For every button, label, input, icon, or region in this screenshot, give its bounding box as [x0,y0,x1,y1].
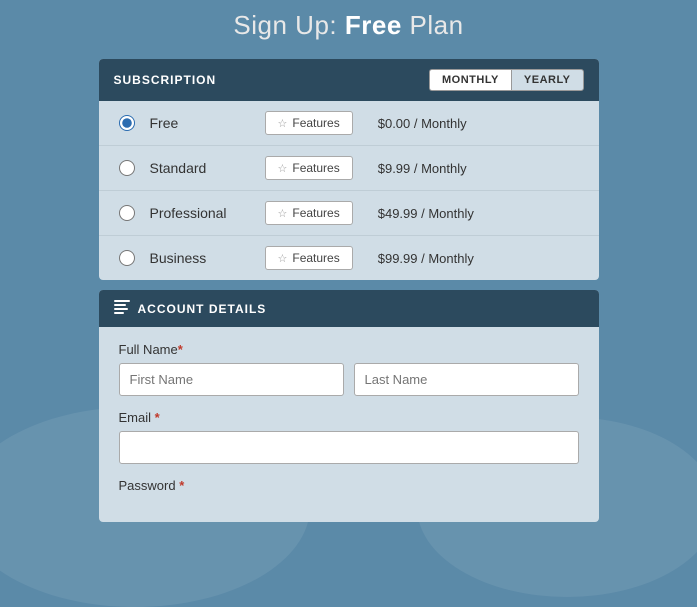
title-highlight: Free [345,10,402,40]
email-label: Email * [119,410,579,425]
subscription-label: SUBSCRIPTION [114,73,217,87]
star-icon: ☆ [278,207,288,220]
plan-price-professional: $49.99 / Monthly [378,206,474,221]
password-required: * [176,478,185,493]
full-name-label: Full Name* [119,342,579,357]
billing-yearly-button[interactable]: YEARLY [511,69,584,91]
last-name-input[interactable] [354,363,579,396]
plan-row-professional: Professional ☆ Features $49.99 / Monthly [99,191,599,236]
plan-row-business: Business ☆ Features $99.99 / Monthly [99,236,599,280]
title-prefix: Sign Up: [233,10,344,40]
features-button-standard[interactable]: ☆ Features [265,156,353,180]
account-header: ​ ACCOUNT DETAILS [99,290,599,327]
features-button-business[interactable]: ☆ Features [265,246,353,270]
password-label-text: Password [119,478,176,493]
plan-radio-standard[interactable] [119,160,135,176]
email-field: Email * [119,410,579,464]
full-name-required: * [178,342,183,357]
plan-name-professional: Professional [150,205,250,221]
subscription-section: SUBSCRIPTION MONTHLY YEARLY Free ☆ Featur… [99,59,599,280]
password-field: Password * [119,478,579,493]
email-input[interactable] [119,431,579,464]
features-button-free[interactable]: ☆ Features [265,111,353,135]
plan-row-standard: Standard ☆ Features $9.99 / Monthly [99,146,599,191]
plan-name-standard: Standard [150,160,250,176]
plan-price-standard: $9.99 / Monthly [378,161,467,176]
email-label-text: Email [119,410,152,425]
star-icon: ☆ [278,117,288,130]
account-form-body: Full Name* Email * Password * [99,327,599,522]
plan-list: Free ☆ Features $0.00 / Monthly Standard ☆ F… [99,101,599,280]
full-name-text: Full Name [119,342,178,357]
plan-row-free: Free ☆ Features $0.00 / Monthly [99,101,599,146]
star-icon: ☆ [278,252,288,265]
account-header-label: ACCOUNT DETAILS [138,302,267,316]
plan-name-free: Free [150,115,250,131]
email-required: * [151,410,160,425]
features-button-professional[interactable]: ☆ Features [265,201,353,225]
account-section: ​ ACCOUNT DETAILS Full Name* Email [99,290,599,522]
plan-radio-business[interactable] [119,250,135,266]
main-container: Sign Up: Free Plan SUBSCRIPTION MONTHLY … [99,10,599,522]
account-icon: ​ [114,300,130,317]
plan-radio-professional[interactable] [119,205,135,221]
plan-name-business: Business [150,250,250,266]
plan-price-free: $0.00 / Monthly [378,116,467,131]
billing-monthly-button[interactable]: MONTHLY [429,69,511,91]
page-title: Sign Up: Free Plan [99,10,599,41]
billing-toggle: MONTHLY YEARLY [429,69,583,91]
plan-radio-free[interactable] [119,115,135,131]
star-icon: ☆ [278,162,288,175]
title-suffix: Plan [402,10,464,40]
subscription-header: SUBSCRIPTION MONTHLY YEARLY [99,59,599,101]
plan-price-business: $99.99 / Monthly [378,251,474,266]
password-label: Password * [119,478,579,493]
subscription-header-left: SUBSCRIPTION [114,73,217,87]
name-fields [119,363,579,396]
first-name-input[interactable] [119,363,344,396]
